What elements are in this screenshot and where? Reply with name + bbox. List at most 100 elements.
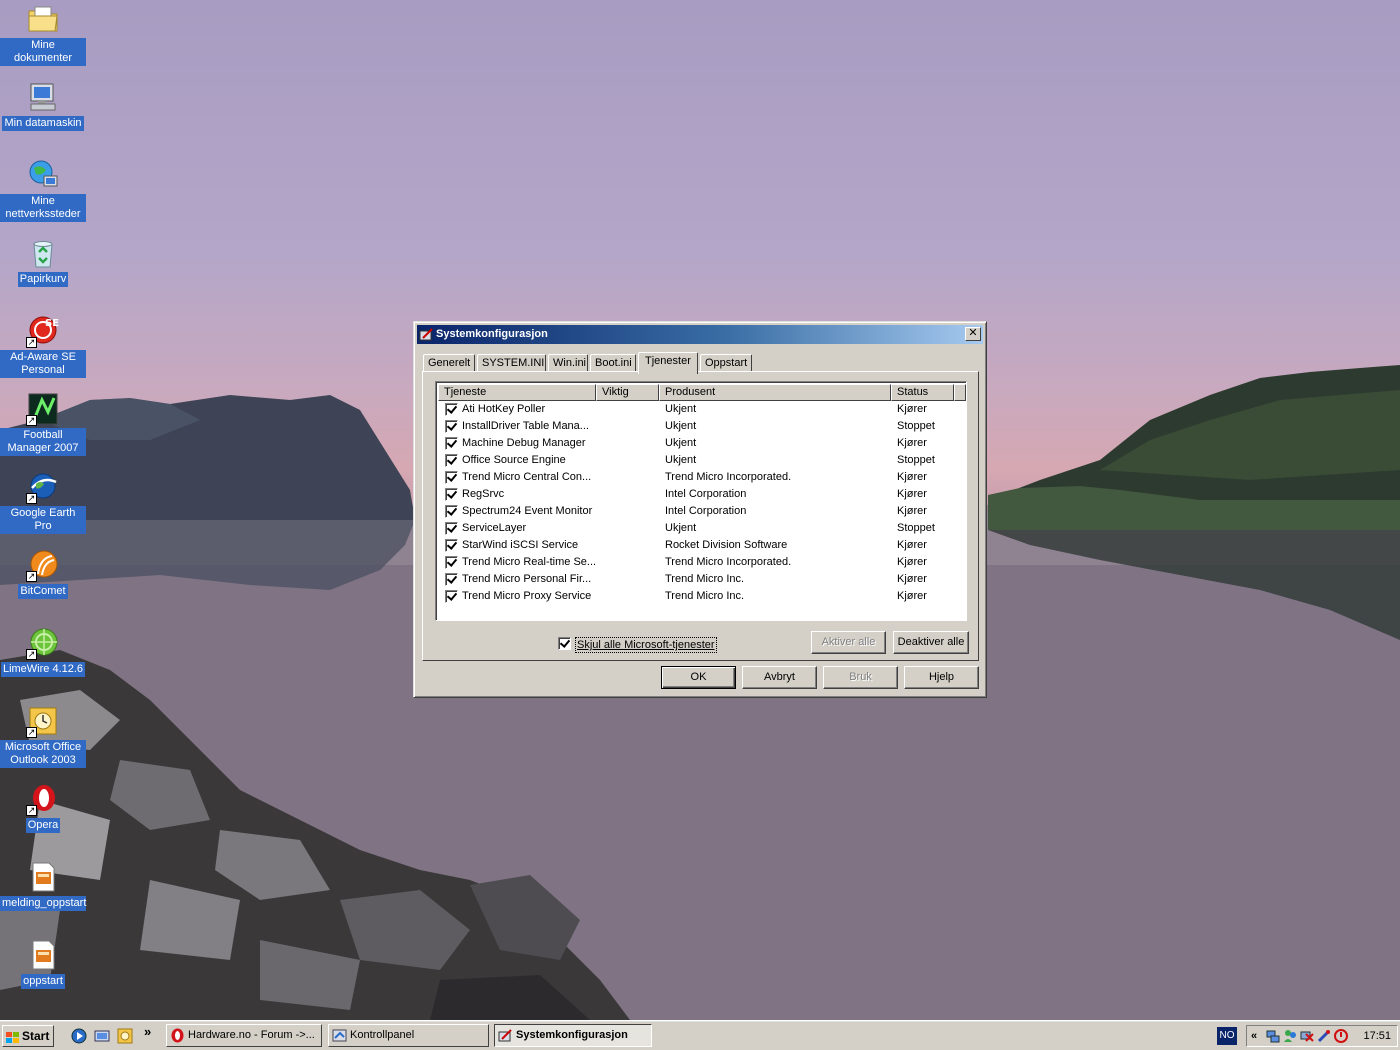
service-checkbox[interactable] [445,403,458,416]
service-status: Kjører [897,590,927,602]
desktop-icon-label: Papirkurv [17,272,69,287]
service-row[interactable]: Trend Micro Proxy Service Trend Micro Inc… [438,588,964,605]
network-tray-icon[interactable] [1266,1029,1280,1043]
service-row[interactable]: InstallDriver Table Mana... Ukjent Stoppet [438,418,964,435]
disconnected-network-tray-icon[interactable] [1300,1029,1314,1043]
service-row[interactable]: Trend Micro Central Con... Trend Micro In… [438,469,964,486]
service-row[interactable]: RegSrvc Intel Corporation Kjører [438,486,964,503]
taskbar-button-kontrollpanel[interactable]: Kontrollpanel [328,1024,489,1047]
start-button[interactable]: Start [2,1025,54,1047]
desktop-icon-label: Google Earth Pro [0,506,86,534]
enable-all-button[interactable]: Aktiver alle [811,631,886,654]
tab-win-ini[interactable]: Win.ini [548,354,588,372]
language-indicator[interactable]: NO [1217,1027,1237,1045]
service-checkbox[interactable] [445,454,458,467]
ok-button[interactable]: OK [661,666,736,689]
desktop-icon-melding-oppstart[interactable]: melding_oppstart [0,860,86,911]
service-checkbox[interactable] [445,522,458,535]
cancel-button[interactable]: Avbryt [742,666,817,689]
msconfig-icon [419,327,434,342]
close-icon: ✕ [968,327,978,339]
column-header-produsent[interactable]: Produsent [659,384,891,401]
service-checkbox[interactable] [445,573,458,586]
desktop-icon-label: Mine dokumenter [0,38,86,66]
desktop-icon-google-earth[interactable]: ↗ Google Earth Pro [0,470,86,534]
column-header-filler [954,384,966,401]
tab-oppstart[interactable]: Oppstart [700,354,752,372]
desktop-icon-label: Mine nettverkssteder [0,194,86,222]
service-checkbox[interactable] [445,420,458,433]
batch-file-icon [26,860,60,894]
desktop-icon-outlook[interactable]: ↗ Microsoft Office Outlook 2003 [0,704,86,768]
quicklaunch-outlook-icon[interactable] [116,1027,134,1045]
dialog-title: Systemkonfigurasjon [436,328,548,340]
desktop-icon-label: Football Manager 2007 [0,428,86,456]
service-checkbox[interactable] [445,590,458,603]
service-checkbox[interactable] [445,556,458,569]
desktop-icon-network-places[interactable]: Mine nettverkssteder [0,158,86,222]
desktop-icon-ad-aware[interactable]: SE ↗ Ad-Aware SE Personal [0,314,86,378]
security-tray-icon[interactable] [1317,1029,1331,1043]
shortcut-arrow-icon: ↗ [26,727,37,738]
antivirus-tray-icon[interactable] [1334,1029,1348,1043]
service-row[interactable]: Machine Debug Manager Ukjent Kjører [438,435,964,452]
desktop-icon-opera[interactable]: ↗ Opera [0,782,86,833]
service-row[interactable]: Ati HotKey Poller Ukjent Kjører [438,401,964,418]
tab-system-ini[interactable]: SYSTEM.INI [477,354,546,372]
service-status: Stoppet [897,522,935,534]
service-checkbox[interactable] [445,505,458,518]
service-name: Machine Debug Manager [462,437,586,449]
shortcut-arrow-icon: ↗ [26,649,37,660]
desktop-icon-recycle-bin[interactable]: Papirkurv [0,236,86,287]
service-row[interactable]: Office Source Engine Ukjent Stoppet [438,452,964,469]
service-status: Stoppet [897,420,935,432]
service-row[interactable]: Trend Micro Real-time Se... Trend Micro I… [438,554,964,571]
desktop-icon-my-computer[interactable]: Min datamaskin [0,80,86,131]
service-row[interactable]: Trend Micro Personal Fir... Trend Micro I… [438,571,964,588]
shortcut-arrow-icon: ↗ [26,337,37,348]
tray-expand-chevron[interactable]: « [1251,1026,1257,1046]
service-row[interactable]: Spectrum24 Event Monitor Intel Corporatio… [438,503,964,520]
quicklaunch-media-player-icon[interactable] [70,1027,88,1045]
tab-boot-ini[interactable]: Boot.ini [590,354,636,372]
quicklaunch-more-chevron[interactable]: » [144,1024,151,1039]
taskbar-button-hardware-forum[interactable]: Hardware.no - Forum ->... [166,1024,322,1047]
tab-tjenester[interactable]: Tjenester [638,352,698,374]
folder-icon [26,2,60,36]
service-name: ServiceLayer [462,522,527,534]
service-row[interactable]: StarWind iSCSI Service Rocket Division So… [438,537,964,554]
service-name: InstallDriver Table Mana... [462,420,589,432]
service-manufacturer: Trend Micro Incorporated. [665,556,792,568]
service-checkbox[interactable] [445,437,458,450]
desktop-icon-limewire[interactable]: ↗ LimeWire 4.12.6 [0,626,86,677]
service-checkbox[interactable] [445,488,458,501]
desktop-icon-bitcomet[interactable]: ↗ BitComet [0,548,86,599]
msconfig-icon [498,1028,513,1043]
desktop-icon-my-documents[interactable]: Mine dokumenter [0,2,86,66]
taskbar-button-systemkonfigurasjon[interactable]: Systemkonfigurasjon [494,1024,652,1047]
tab-generelt[interactable]: Generelt [423,354,475,372]
disable-all-button[interactable]: Deaktiver alle [893,631,969,654]
desktop-icon-oppstart[interactable]: oppstart [0,938,86,989]
clock[interactable]: 17:51 [1363,1026,1391,1046]
desktop-icon-football-manager[interactable]: ↗ Football Manager 2007 [0,392,86,456]
quicklaunch-show-desktop-icon[interactable] [93,1027,111,1045]
hide-microsoft-services-checkbox[interactable] [558,637,571,650]
dialog-titlebar[interactable]: Systemkonfigurasjon ✕ [417,325,983,344]
start-label: Start [22,1029,50,1043]
service-name: Trend Micro Proxy Service [462,590,592,602]
help-button[interactable]: Hjelp [904,666,979,689]
service-name: StarWind iSCSI Service [462,539,579,551]
close-button[interactable]: ✕ [965,327,981,341]
column-header-tjeneste[interactable]: Tjeneste [438,384,596,401]
service-checkbox[interactable] [445,539,458,552]
service-manufacturer: Intel Corporation [665,505,747,517]
column-header-viktig[interactable]: Viktig [596,384,659,401]
column-header-status[interactable]: Status [891,384,954,401]
service-checkbox[interactable] [445,471,458,484]
apply-button[interactable]: Bruk [823,666,898,689]
service-row[interactable]: ServiceLayer Ukjent Stoppet [438,520,964,537]
hide-microsoft-services-label[interactable]: Skjul alle Microsoft-tjenester [575,637,717,653]
messenger-tray-icon[interactable] [1283,1029,1297,1043]
services-list[interactable]: Tjeneste Viktig Produsent Status Ati Hot… [435,381,967,621]
